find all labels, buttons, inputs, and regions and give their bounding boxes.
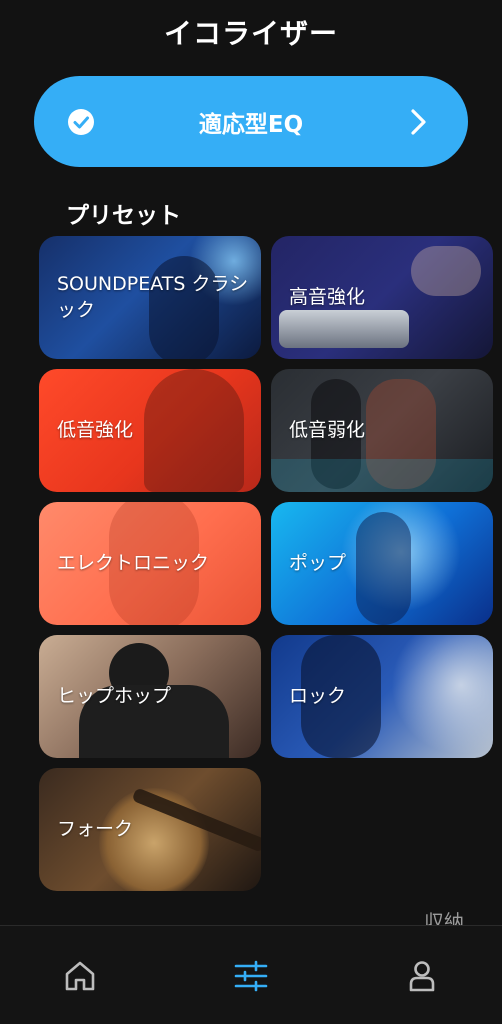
preset-label: ヒップホップ (57, 684, 172, 707)
preset-label: フォーク (57, 817, 134, 840)
home-icon (65, 961, 95, 991)
page-title: イコライザー (163, 17, 338, 50)
equalizer-icon (234, 960, 268, 992)
adaptive-eq-label: 適応型EQ (198, 111, 304, 138)
preset-card-bass-boost[interactable]: 低音強化 (39, 369, 261, 492)
preset-card-pop[interactable]: ポップ (271, 502, 493, 625)
nav-home-button[interactable] (60, 956, 100, 996)
preset-label: エレクトロニック (57, 551, 210, 574)
nav-equalizer-button[interactable] (231, 956, 271, 996)
preset-label: SOUNDPEATS クラシック (57, 272, 249, 321)
check-icon (68, 109, 94, 135)
preset-label: 低音強化 (57, 418, 134, 441)
preset-label: ポップ (289, 551, 347, 574)
preset-card-treble-boost[interactable]: 高音強化 (271, 236, 493, 359)
preset-label: ロック (289, 684, 347, 707)
preset-card-rock[interactable]: ロック (271, 635, 493, 758)
presets-title: プリセット (66, 203, 181, 229)
profile-icon (409, 961, 435, 992)
preset-card-hiphop[interactable]: ヒップホップ (39, 635, 261, 758)
bottom-navigation (0, 926, 502, 1024)
preset-label: 低音弱化 (289, 418, 366, 441)
chevron-right-icon (408, 107, 430, 137)
preset-card-electronic[interactable]: エレクトロニック (39, 502, 261, 625)
nav-profile-button[interactable] (402, 956, 442, 996)
equalizer-screen: イコライザー 適応型EQ プリセット SOUNDPEATS クラシック 高音強化… (0, 0, 502, 1024)
adaptive-eq-button[interactable]: 適応型EQ (34, 76, 468, 167)
preset-card-classic[interactable]: SOUNDPEATS クラシック (39, 236, 261, 359)
preset-label: 高音強化 (289, 285, 366, 308)
preset-card-bass-reduce[interactable]: 低音弱化 (271, 369, 493, 492)
preset-card-folk[interactable]: フォーク (39, 768, 261, 891)
